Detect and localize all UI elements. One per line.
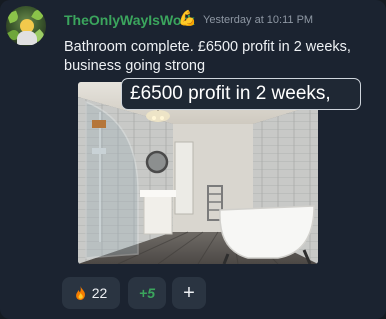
photo-caption-overlay: £6500 profit in 2 weeks, — [121, 78, 361, 110]
avatar-leaf-decoration — [31, 8, 45, 22]
add-reaction-button[interactable]: + — [172, 277, 206, 309]
additional-reactions-count: +5 — [139, 285, 155, 301]
additional-reactions-button[interactable]: +5 — [128, 277, 166, 309]
message-text: Bathroom complete. £6500 profit in 2 wee… — [64, 39, 351, 74]
message-timestamp[interactable]: Yesterday at 10:11 PM — [203, 14, 313, 26]
flexed-biceps-icon: 💪 — [178, 10, 197, 27]
fire-reaction-count: 22 — [91, 285, 108, 301]
fire-icon — [75, 286, 85, 300]
avatar-body — [17, 31, 37, 45]
fire-reaction-button[interactable]: 22 — [62, 277, 120, 309]
username[interactable]: TheOnlyWayIsWork — [64, 12, 195, 28]
message-card: TheOnlyWayIsWork 💪 Yesterday at 10:11 PM… — [0, 0, 386, 319]
avatar-leaf-decoration — [6, 10, 20, 24]
add-reaction-icon: + — [183, 282, 195, 304]
user-avatar[interactable] — [6, 6, 46, 46]
